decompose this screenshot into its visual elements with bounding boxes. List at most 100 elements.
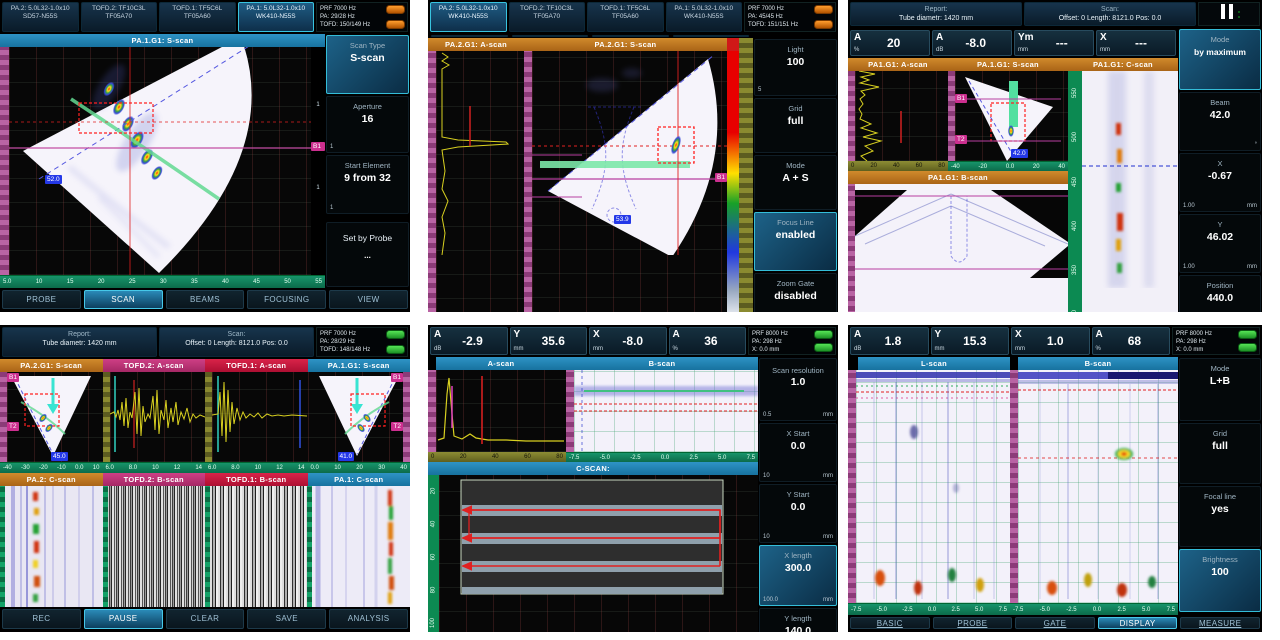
- bscan-view[interactable]: [855, 184, 1068, 312]
- probe-button-tofd2[interactable]: TOFD.2: TF10C3L TF05A70: [80, 2, 157, 32]
- param-mode[interactable]: Mode by maximum: [1179, 29, 1261, 90]
- tab-rec[interactable]: REC: [2, 608, 81, 629]
- scan-area-sidebar: Scan resolution 1.0 0.5 mm X Start 0.0 10 m…: [758, 357, 838, 632]
- tofd1-bscan-strip[interactable]: [210, 485, 307, 607]
- prf-info: PRF 7000 Hz PA: 29/28 Hz TOFD: 150/149 Hz: [316, 2, 408, 32]
- bscan-view[interactable]: [574, 370, 758, 452]
- battery-toggle[interactable]: [1238, 343, 1257, 352]
- probe-button-tofd1[interactable]: TOFD.1: TF5C6L TF05A60: [159, 2, 236, 32]
- tab-display[interactable]: DISPLAY: [1097, 617, 1178, 629]
- battery-toggle[interactable]: [1237, 15, 1240, 18]
- probe-button-pa1[interactable]: PA.1: 5.0L32-1.0x10 WK410-N55S: [665, 2, 742, 32]
- probe-button-tofd1[interactable]: TOFD.1: TF5C6L TF05A60: [587, 2, 664, 32]
- sscan-pa2-view[interactable]: B1 T2 45.0: [7, 372, 103, 462]
- lscan-view[interactable]: [856, 370, 1010, 603]
- param-aperture[interactable]: Aperture 16 1: [326, 96, 409, 153]
- param-y[interactable]: Y 46.02 1.00 mm: [1179, 214, 1261, 273]
- screenshot-montage: PA.2: 5.0L32-1.0x10 SD57-N55S TOFD.2: TF…: [0, 0, 1280, 640]
- cscan-pa2-strip[interactable]: [5, 485, 103, 607]
- ascan-view[interactable]: [855, 71, 948, 161]
- tab-basic[interactable]: BASIC: [850, 617, 930, 629]
- scan-info-button[interactable]: Scan: Offset: 0 Length: 8121.0 Pos: 0.0: [1024, 2, 1196, 26]
- cscan-pa1-strip[interactable]: [312, 485, 410, 607]
- tab-probe[interactable]: PROBE: [932, 617, 1013, 629]
- sscan-pa1-view[interactable]: B1 T2 41.0: [307, 372, 403, 462]
- probe-button-tofd2[interactable]: TOFD.2: TF10C3L TF05A70: [508, 2, 585, 32]
- ascan-x-ruler: 0 20 40 60 80: [848, 161, 948, 171]
- tab-focusing[interactable]: FOCUSING: [247, 290, 327, 309]
- param-scan-type[interactable]: Scan Type S-scan: [326, 35, 409, 94]
- layout-slot-button[interactable]: [431, 35, 508, 37]
- layout-slot-button[interactable]: [672, 35, 749, 37]
- param-x-start[interactable]: X Start 0.0 10 mm: [759, 423, 837, 482]
- param-y-start[interactable]: Y Start 0.0 10 mm: [759, 484, 837, 543]
- param-grid[interactable]: Grid full: [1179, 423, 1261, 484]
- param-beam[interactable]: Beam 42.0 °: [1179, 92, 1261, 151]
- param-start-element[interactable]: Start Element 9 from 32 1: [326, 155, 409, 214]
- cscan-view[interactable]: [1082, 71, 1178, 312]
- sscan-view[interactable]: 53.9 B1: [532, 51, 727, 312]
- measure-amplitude-percent: A% 68: [1091, 327, 1170, 355]
- param-focus-line[interactable]: Focus Line enabled: [754, 212, 837, 271]
- pause-button[interactable]: [1198, 2, 1260, 26]
- tofd1-ascan-view[interactable]: [212, 372, 308, 462]
- scan-info-button[interactable]: Scan: Offset: 0 Length: 8121.0 Pos: 0.0: [159, 327, 314, 357]
- layout-slot-button[interactable]: [511, 35, 588, 37]
- view-title: TOFD.1: A-scan: [205, 359, 308, 372]
- param-y-length[interactable]: Y length140.0 10.0mm: [759, 608, 837, 632]
- param-x[interactable]: X -0.67 1.00 mm: [1179, 153, 1261, 212]
- measure-x: Xmm -8.0: [589, 327, 667, 355]
- record-tab-bar: REC PAUSE CLEAR SAVE ANALYSIS: [0, 606, 410, 632]
- report-button[interactable]: Report: Tube diametr: 1420 mm: [850, 2, 1022, 26]
- param-brightness[interactable]: Brightness 100: [1179, 549, 1261, 612]
- param-scan-resolution[interactable]: Scan resolution 1.0 0.5 mm: [759, 358, 837, 421]
- layout-slot-button[interactable]: [592, 35, 669, 37]
- tab-gate[interactable]: GATE: [1015, 617, 1095, 629]
- probe-button-pa2-selected[interactable]: PA.2: 5.0L32-1.0x10 WK410-N55S: [430, 2, 507, 32]
- bscan-view[interactable]: [1018, 370, 1178, 603]
- tab-scan[interactable]: SCAN: [83, 290, 163, 309]
- tab-beams[interactable]: BEAMS: [165, 290, 245, 309]
- tab-probe[interactable]: PROBE: [2, 290, 81, 309]
- tofd-toggle[interactable]: [814, 20, 833, 29]
- tab-view[interactable]: VIEW: [329, 290, 408, 309]
- pa-toggle[interactable]: [386, 5, 405, 14]
- sscan-view[interactable]: 52.0: [9, 47, 311, 275]
- sscan-view[interactable]: B1 T2 42.0: [955, 71, 1068, 161]
- tab-analysis[interactable]: ANALYSIS: [329, 608, 408, 629]
- report-button[interactable]: Report: Tube diametr: 1420 mm: [2, 327, 157, 357]
- tab-pause[interactable]: PAUSE: [83, 608, 163, 629]
- tofd2-bscan-strip[interactable]: [108, 485, 205, 607]
- prf-info: PRF 8000 Hz PA: 298 Hz X: 0.0 mm: [748, 327, 836, 355]
- pa-toggle[interactable]: [814, 5, 833, 14]
- param-zoom-gate[interactable]: Zoom Gate disabled: [754, 273, 837, 312]
- tab-save[interactable]: SAVE: [247, 608, 327, 629]
- x-ruler: -40 -30 -20 -10 0.0 10: [0, 461, 103, 473]
- battery-toggle[interactable]: [1237, 10, 1240, 13]
- param-x-length[interactable]: X length 300.0 100.0 mm: [759, 545, 837, 606]
- ascan-view[interactable]: [436, 51, 524, 312]
- param-grid[interactable]: Grid full: [754, 98, 837, 153]
- view-title: PA.2: C-scan: [0, 472, 103, 486]
- param-focal-line[interactable]: Focal line yes: [1179, 486, 1261, 547]
- battery-toggle[interactable]: [814, 330, 833, 339]
- param-light[interactable]: Light 100 5: [754, 39, 837, 96]
- tab-clear[interactable]: CLEAR: [165, 608, 245, 629]
- param-set-by-probe[interactable]: Set by Probe ...: [326, 222, 409, 287]
- battery-toggle[interactable]: [814, 343, 833, 352]
- param-mode[interactable]: Mode L+B: [1179, 358, 1261, 421]
- gate-t2-label: T2: [391, 422, 403, 431]
- param-mode[interactable]: Mode A + S: [754, 155, 837, 210]
- battery-toggle[interactable]: [1238, 330, 1257, 339]
- ascan-view[interactable]: [436, 370, 566, 452]
- tab-measure[interactable]: MEASURE: [1180, 617, 1260, 629]
- cscan-area-view[interactable]: [439, 475, 758, 632]
- probe-button-pa2[interactable]: PA.2: 5.0L32-1.0x10 SD57-N55S: [2, 2, 79, 32]
- measure-amplitude-db: AdB 1.8: [850, 327, 929, 355]
- tofd2-ascan-view[interactable]: [109, 372, 205, 462]
- probe-button-pa1-selected[interactable]: PA.1: 5.0L32-1.0x10 WK410-N55S: [237, 2, 314, 32]
- tofd-toggle[interactable]: [386, 20, 405, 29]
- battery-toggle[interactable]: [386, 345, 405, 354]
- battery-toggle[interactable]: [386, 330, 405, 339]
- param-position[interactable]: Position440.0 1.0mm: [1179, 275, 1261, 312]
